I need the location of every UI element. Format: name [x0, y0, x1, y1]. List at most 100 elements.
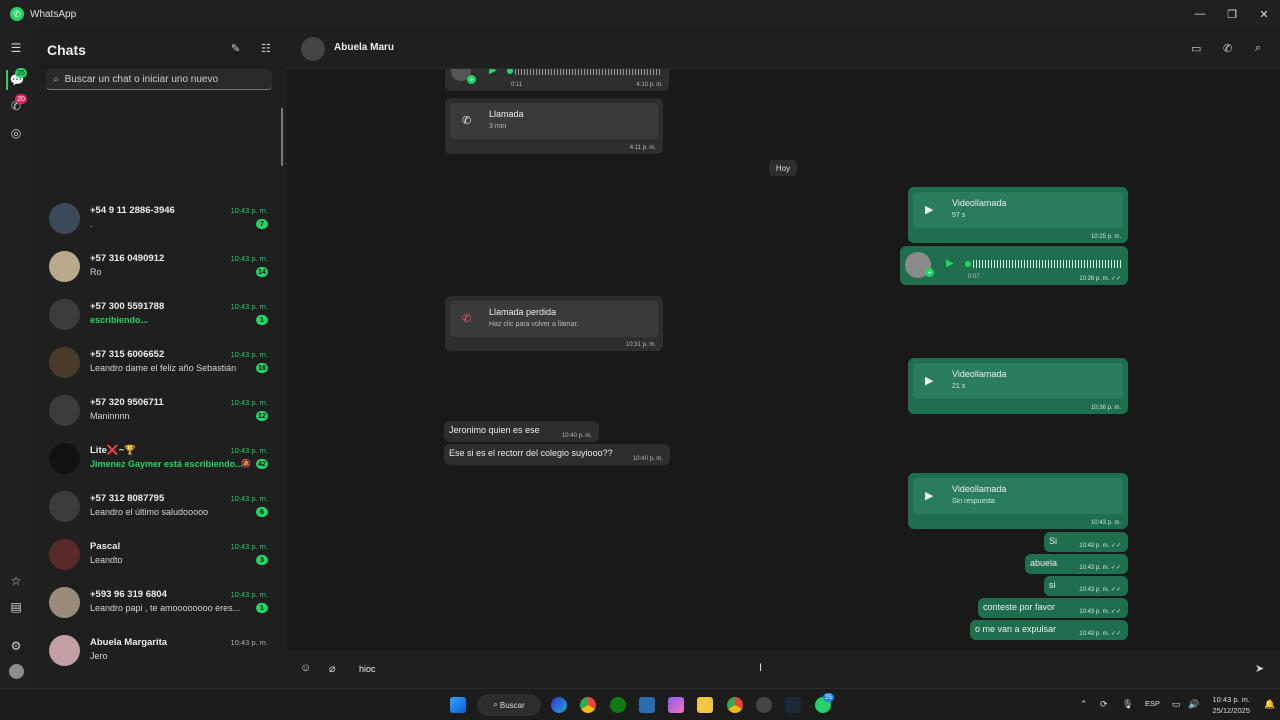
call-title: Videollamada: [952, 198, 1007, 208]
video-call-message[interactable]: ▶ Videollamada 21 s 10:36 p. m.: [908, 358, 1128, 414]
chat-list-item[interactable]: +57 312 8087795 10:43 p. m. Leandro el últ…: [33, 484, 281, 532]
taskbar-clock[interactable]: 10:43 p. m. 25/12/2025: [1212, 694, 1250, 716]
chat-list-item[interactable]: +593 96 319 6804 10:43 p. m. Leandro papi …: [33, 580, 281, 628]
chat-time: 10:43 p. m.: [230, 350, 268, 359]
start-windows-icon[interactable]: [450, 697, 466, 713]
video-camera-icon: ▶: [925, 490, 934, 502]
chrome-profile-icon[interactable]: [727, 697, 743, 713]
chat-list-item[interactable]: +54 9 11 2886-3946 10:43 p. m.. 7: [33, 196, 281, 244]
video-call-card[interactable]: ▶ Videollamada 57 s: [913, 192, 1123, 228]
incoming-call-icon: ✆: [462, 115, 472, 127]
settings-gear-icon[interactable]: ⚙: [6, 636, 26, 656]
video-call-message[interactable]: ▶ Videollamada Sin respuesta 10:43 p. m.: [908, 473, 1128, 529]
video-call-message[interactable]: ▶ Videollamada 57 s 10:25 p. m.: [908, 187, 1128, 243]
outgoing-text-message[interactable]: conteste por favor 10:43 p. m. ✓✓: [978, 598, 1128, 618]
contact-avatar[interactable]: [301, 37, 325, 61]
chat-list-scrollbar[interactable]: [281, 108, 283, 166]
steam-icon[interactable]: [785, 697, 801, 713]
chat-list-item[interactable]: Lite❌~🏆 10:43 p. m. Jimenez Gaymer está es…: [33, 436, 281, 484]
outgoing-text-message[interactable]: abuela 10:43 p. m. ✓✓: [1025, 554, 1128, 574]
new-chat-icon[interactable]: ✎: [231, 42, 240, 55]
menu-icon[interactable]: ☰: [6, 38, 26, 58]
emoji-icon[interactable]: ☺: [300, 662, 311, 674]
play-icon[interactable]: ▶: [489, 69, 497, 76]
edge-icon[interactable]: [551, 697, 567, 713]
search-messages-icon[interactable]: ⌕: [1255, 42, 1261, 55]
volume-icon[interactable]: 🔊: [1188, 699, 1199, 710]
missed-call-card[interactable]: ✆ Llamada perdida Haz clic para volver a…: [450, 301, 658, 337]
call-message[interactable]: ✆ Llamada 3 min 4:11 p. m.: [445, 98, 663, 154]
taskbar-search-button[interactable]: ⌕ Buscar: [477, 694, 541, 716]
chat-list-item[interactable]: +57 316 0490912 10:43 p. m. Ro 14: [33, 244, 281, 292]
incoming-text-message[interactable]: Jeronimo quien es ese 10:40 p. m.: [444, 421, 599, 442]
search-box[interactable]: ⌕: [46, 69, 272, 90]
message-time: 10:26 p. m. ✓✓: [1079, 276, 1121, 282]
status-nav-icon[interactable]: ◎: [6, 123, 26, 143]
call-status: Sin respuesta: [952, 498, 995, 505]
xbox-icon[interactable]: [610, 697, 626, 713]
chrome-icon[interactable]: [580, 697, 596, 713]
message-input[interactable]: hioc: [359, 664, 376, 674]
chat-name: Abuela Margarita: [90, 637, 168, 648]
network-icon[interactable]: ▭: [1172, 699, 1181, 710]
copilot-icon[interactable]: [668, 697, 684, 713]
file-explorer-icon[interactable]: [697, 697, 713, 713]
archive-icon[interactable]: ▤: [6, 597, 26, 617]
outgoing-text-message[interactable]: Si 10:43 p. m. ✓✓: [1044, 532, 1128, 552]
voice-progress-dot[interactable]: [965, 261, 971, 267]
voice-waveform[interactable]: [515, 69, 661, 75]
chat-list-item[interactable]: +57 315 6006652 10:43 p. m. Leandro dame e…: [33, 340, 281, 388]
call-title: Llamada perdida: [489, 307, 557, 317]
chat-list-item[interactable]: +57 300 5591788 10:43 p. m. escribiendo...…: [33, 292, 281, 340]
outgoing-text-message[interactable]: o me van a expulsar 10:43 p. m. ✓✓: [970, 620, 1128, 640]
app-icon[interactable]: [756, 697, 772, 713]
search-input[interactable]: [62, 72, 263, 86]
language-indicator[interactable]: ESP: [1145, 699, 1160, 708]
voice-message-outgoing[interactable]: ● ▶ 0:07 10:26 p. m. ✓✓: [900, 246, 1128, 285]
missed-call-message[interactable]: ✆ Llamada perdida Haz clic para volver a…: [445, 296, 663, 351]
message-time: 10:40 p. m.: [632, 456, 663, 462]
contact-name[interactable]: Abuela Maru: [334, 42, 394, 53]
incoming-text-message[interactable]: Ese si es el rectorr del colegio suyiooo…: [444, 444, 670, 465]
whatsapp-logo-icon: ✆: [10, 7, 24, 21]
chat-name: +54 9 11 2886-3946: [90, 205, 175, 216]
chat-list-item[interactable]: +57 320 9506711 10:43 p. m. Maninnnn 12: [33, 388, 281, 436]
profile-avatar[interactable]: [9, 664, 24, 679]
video-call-card[interactable]: ▶ Videollamada Sin respuesta: [913, 478, 1123, 514]
call-card[interactable]: ✆ Llamada 3 min: [450, 103, 658, 139]
filter-icon[interactable]: ☷: [261, 42, 271, 55]
message-text: si: [1049, 580, 1056, 590]
video-call-icon[interactable]: ▭: [1191, 42, 1201, 55]
voice-progress-dot[interactable]: [507, 69, 513, 74]
chat-list-item[interactable]: Pascal 10:43 p. m. Leandto 3: [33, 532, 281, 580]
chat-list-item[interactable]: Abuela Margarita 10:43 p. m. Jero: [33, 628, 281, 676]
minimize-button[interactable]: —: [1184, 0, 1216, 28]
chat-avatar: [49, 203, 80, 234]
chat-preview: escribiendo...: [90, 315, 149, 325]
voice-waveform[interactable]: [973, 260, 1121, 268]
video-call-card[interactable]: ▶ Videollamada 21 s: [913, 363, 1123, 399]
starred-icon[interactable]: ☆: [6, 571, 26, 591]
chat-avatar: [49, 443, 80, 474]
photos-icon[interactable]: [639, 697, 655, 713]
window-title: WhatsApp: [30, 8, 77, 20]
microphone-icon[interactable]: 🎙: [1122, 699, 1133, 710]
send-icon[interactable]: ➤: [1255, 662, 1264, 675]
clock-time: 10:43 p. m.: [1212, 695, 1250, 704]
close-button[interactable]: ✕: [1248, 0, 1280, 28]
maximize-button[interactable]: ❐: [1216, 0, 1248, 28]
play-icon[interactable]: ▶: [946, 258, 954, 269]
date-divider: Hoy: [769, 160, 797, 176]
message-text: abuela: [1030, 558, 1058, 568]
tray-chevron-icon[interactable]: ⌃: [1080, 699, 1088, 710]
chat-time: 10:43 p. m.: [230, 590, 268, 599]
message-area: ● ▶ 0:11 4:10 p. m. ✆ Llamada 3 min 4:11…: [287, 69, 1280, 650]
notifications-bell-icon[interactable]: 🔔: [1264, 699, 1275, 710]
voice-message-incoming[interactable]: ● ▶ 0:11 4:10 p. m.: [445, 69, 669, 91]
voice-call-icon[interactable]: ✆: [1223, 42, 1232, 55]
chat-time: 10:43 p. m.: [230, 302, 268, 311]
attach-icon[interactable]: ⌀: [329, 662, 336, 675]
outgoing-text-message[interactable]: si 10:43 p. m. ✓✓: [1044, 576, 1128, 596]
sync-icon[interactable]: ⟳: [1100, 699, 1108, 710]
unread-badge: 1: [256, 315, 268, 325]
